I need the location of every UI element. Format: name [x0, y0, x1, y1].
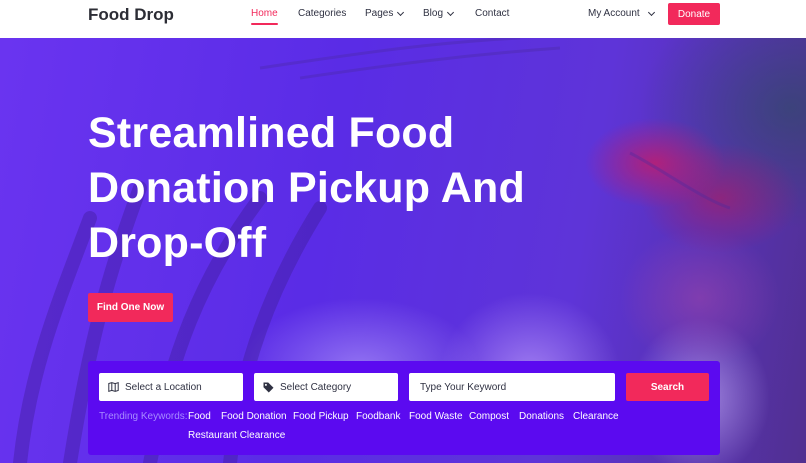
tag-icon: [263, 382, 274, 392]
brand-logo[interactable]: Food Drop: [88, 5, 174, 25]
category-select-label: Select Category: [280, 381, 352, 393]
find-one-now-button[interactable]: Find One Now: [88, 293, 173, 322]
hero-title-line-2: Donation Pickup And: [88, 164, 525, 212]
chevron-down-icon: [446, 8, 455, 16]
nav-blog[interactable]: Blog: [423, 8, 455, 19]
keyword-input-wrapper: [409, 373, 615, 401]
hero-section: Streamlined Food Donation Pickup And Dro…: [0, 38, 806, 463]
trending-keyword-donations[interactable]: Donations: [519, 411, 564, 422]
map-icon: [108, 382, 119, 392]
category-select[interactable]: Select Category: [254, 373, 398, 401]
nav-contact-label: Contact: [475, 8, 510, 19]
my-account-label: My Account: [588, 8, 640, 19]
trending-keyword-clearance[interactable]: Clearance: [573, 411, 619, 422]
nav-home-label: Home: [251, 8, 278, 19]
nav-contact[interactable]: Contact: [475, 8, 509, 19]
chevron-down-icon: [397, 8, 405, 16]
donate-button[interactable]: Donate: [668, 3, 720, 25]
trending-keyword-food-waste[interactable]: Food Waste: [409, 411, 463, 422]
trending-keyword-foodbank[interactable]: Foodbank: [356, 411, 400, 422]
chevron-down-icon: [647, 8, 655, 16]
trending-keyword-compost[interactable]: Compost: [469, 411, 509, 422]
nav-blog-label: Blog: [423, 8, 444, 19]
site-header: Food Drop Home Categories Pages Blog Con…: [0, 0, 806, 38]
search-panel: Select a Location Select Category Search…: [88, 361, 720, 455]
hero-title: Streamlined Food Donation Pickup And Dro…: [88, 106, 548, 271]
search-button[interactable]: Search: [626, 373, 709, 401]
nav-pages-label: Pages: [365, 8, 394, 19]
trending-keywords-label: Trending Keywords:: [99, 411, 188, 422]
trending-keyword-restaurant-clearance[interactable]: Restaurant Clearance: [188, 430, 285, 441]
nav-categories[interactable]: Categories: [298, 8, 346, 19]
location-select-label: Select a Location: [125, 381, 202, 393]
nav-pages[interactable]: Pages: [365, 8, 405, 19]
trending-keyword-food[interactable]: Food: [188, 411, 211, 422]
keyword-input[interactable]: [409, 381, 615, 393]
nav-home[interactable]: Home: [251, 8, 278, 25]
trending-keyword-food-pickup[interactable]: Food Pickup: [293, 411, 349, 422]
hero-title-line-1: Streamlined Food: [88, 109, 455, 157]
trending-keyword-food-donation[interactable]: Food Donation: [221, 411, 287, 422]
hero-title-line-3: Drop-Off: [88, 219, 267, 267]
location-select[interactable]: Select a Location: [99, 373, 243, 401]
nav-categories-label: Categories: [298, 8, 347, 19]
my-account-menu[interactable]: My Account: [588, 8, 655, 19]
